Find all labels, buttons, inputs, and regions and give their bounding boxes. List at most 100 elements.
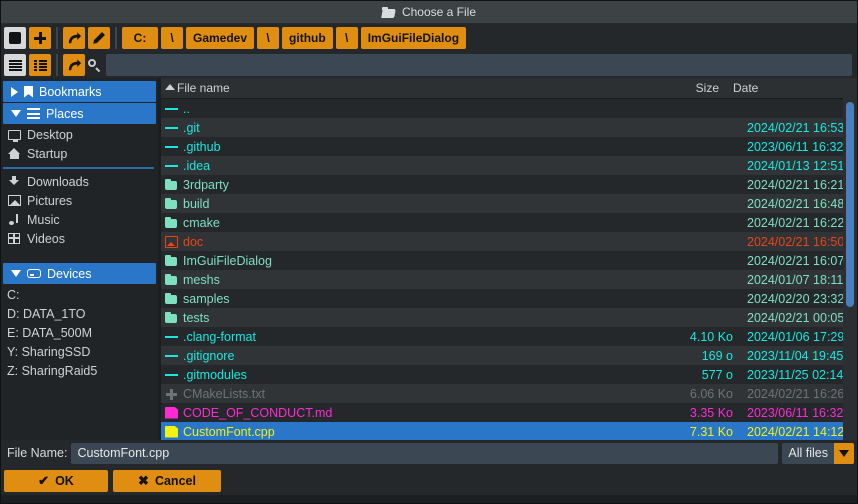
sidebar-section-devices[interactable]: Devices — [3, 263, 156, 284]
sidebar-section-places[interactable]: Places — [3, 103, 156, 124]
search-icon — [88, 58, 101, 72]
sidebar-device-y[interactable]: Y: SharingSSD — [1, 342, 158, 361]
sidebar-device-c[interactable]: C: — [1, 285, 158, 304]
file-row[interactable]: .github 2023/06/11 16:32 — [161, 137, 857, 156]
sidebar-item-videos[interactable]: Videos — [1, 229, 158, 248]
file-row[interactable]: .gitmodules 577 o 2023/11/25 02:14 — [161, 365, 857, 384]
scrollbar-thumb[interactable] — [846, 102, 854, 307]
file-date: 2024/01/06 17:29 — [747, 329, 845, 344]
file-row[interactable]: CMakeLists.txt 6.06 Ko 2024/02/21 16:26 — [161, 384, 857, 403]
filter-dropdown-arrow[interactable] — [834, 442, 854, 464]
sidebar-device-e[interactable]: E: DATA_500M — [1, 323, 158, 342]
reset-search-button[interactable] — [63, 54, 85, 76]
breadcrumb-separator-3[interactable]: \ — [257, 27, 280, 49]
file-row[interactable]: build 2024/02/21 16:48 — [161, 194, 857, 213]
folder-icon — [165, 178, 178, 191]
file-row[interactable]: .idea 2024/01/13 12:51 — [161, 156, 857, 175]
file-row[interactable]: 3rdparty 2024/02/21 16:21 — [161, 175, 857, 194]
file-name: .. — [183, 101, 190, 116]
file-list[interactable]: .. .git 2024/02/21 16:53 .github 2023/06/11 … — [161, 99, 857, 440]
create-directory-button[interactable] — [29, 27, 51, 49]
column-header-size[interactable]: Size — [647, 81, 727, 95]
breadcrumb-path-2[interactable]: Gamedev — [186, 27, 255, 49]
file-size: 169 o — [701, 348, 733, 363]
sidebar-item-label: Desktop — [27, 127, 73, 142]
sidebar-device-d[interactable]: D: DATA_1TO — [1, 304, 158, 323]
file-name: .github — [183, 139, 221, 154]
triangle-right-icon — [11, 86, 18, 97]
filter-dropdown[interactable]: All files — [782, 442, 854, 464]
reset-path-button[interactable] — [63, 27, 85, 49]
search-input[interactable] — [106, 54, 852, 76]
sidebar-item-startup[interactable]: Startup — [1, 144, 158, 163]
breadcrumb-path-4[interactable]: github — [282, 27, 333, 49]
file-row[interactable]: .clang-format 4.10 Ko 2024/01/06 17:29 — [161, 327, 857, 346]
file-row[interactable]: CODE_OF_CONDUCT.md 3.35 Ko 2023/06/11 16:3… — [161, 403, 857, 422]
file-size: 577 o — [701, 367, 733, 382]
sidebar-item-music[interactable]: Music — [1, 210, 158, 229]
file-date: 2024/01/07 18:11 — [747, 272, 844, 287]
file-row[interactable]: cmake 2024/02/21 16:22 — [161, 213, 857, 232]
file-name: .git — [183, 120, 200, 135]
file-name: cmake — [183, 215, 220, 230]
cancel-button[interactable]: ✖ Cancel — [113, 469, 221, 492]
breadcrumb-separator-1[interactable]: \ — [161, 27, 183, 49]
file-row[interactable]: .. — [161, 99, 857, 118]
table-view-button[interactable] — [29, 54, 51, 76]
file-row[interactable]: CustomFont.cpp 7.31 Ko 2024/02/21 14:12 — [161, 422, 857, 440]
edit-path-button[interactable] — [88, 27, 110, 49]
file-date: 2023/11/25 02:14 — [747, 367, 844, 382]
file-list-scrollbar[interactable] — [843, 98, 857, 440]
sidebar-section-bookmarks[interactable]: Bookmarks — [3, 81, 156, 102]
list-view-button[interactable] — [4, 54, 26, 76]
toolbar-separator — [56, 54, 58, 76]
filter-value: All files — [782, 442, 834, 464]
breadcrumb-path-0[interactable]: C: — [122, 27, 158, 49]
file-date: 2024/02/21 16:26 — [747, 386, 845, 401]
sidebar-device-z[interactable]: Z: SharingRaid5 — [1, 361, 158, 380]
file-row[interactable]: doc 2024/02/21 16:50 — [161, 232, 857, 251]
sidebar-item-label: Startup — [27, 146, 68, 161]
file-name: .gitmodules — [183, 367, 247, 382]
file-row[interactable]: samples 2024/02/20 23:32 — [161, 289, 857, 308]
breadcrumb-separator-5[interactable]: \ — [335, 27, 358, 49]
file-name-input[interactable] — [71, 442, 779, 464]
file-name: CODE_OF_CONDUCT.md — [183, 405, 333, 420]
file-row[interactable]: meshs 2024/01/07 18:11 — [161, 270, 857, 289]
dialog-body: Bookmarks Places Desktop Startup Downloa… — [1, 78, 857, 440]
ok-button[interactable]: ✔ OK — [4, 469, 108, 492]
file-date: 2023/11/04 19:45 — [747, 348, 844, 363]
sidebar-item-label: Music — [27, 212, 60, 227]
file-date: 2024/02/21 16:21 — [747, 177, 845, 192]
file-date: 2024/02/21 00:05 — [747, 310, 845, 325]
file-row[interactable]: .git 2024/02/21 16:53 — [161, 118, 857, 137]
file-name: ImGuiFileDialog — [183, 253, 272, 268]
folder-icon — [165, 311, 178, 324]
file-size: 4.10 Ko — [689, 329, 733, 344]
file-row[interactable]: .gitignore 169 o 2023/11/04 19:45 — [161, 346, 857, 365]
file-date: 2024/02/21 16:50 — [747, 234, 845, 249]
sidebar-item-downloads[interactable]: Downloads — [1, 172, 158, 191]
sidebar-item-desktop[interactable]: Desktop — [1, 125, 158, 144]
desktop-icon — [7, 129, 21, 142]
column-header-name[interactable]: File name — [161, 81, 647, 95]
chevron-down-icon — [839, 449, 849, 457]
sidebar-item-pictures[interactable]: Pictures — [1, 191, 158, 210]
plus-icon — [165, 388, 178, 400]
home-icon — [7, 148, 21, 159]
dash-icon — [165, 122, 178, 134]
breadcrumb-path-6[interactable]: ImGuiFileDialog — [360, 27, 467, 49]
file-date: 2024/02/21 14:12 — [747, 424, 845, 439]
ok-button-label: OK — [55, 473, 74, 488]
folder-icon — [165, 197, 178, 210]
file-row[interactable]: ImGuiFileDialog 2024/02/21 16:07 — [161, 251, 857, 270]
file-name: 3rdparty — [183, 177, 229, 192]
dialog-footer: File Name: All files ✔ OK ✖ Cancel — [1, 440, 857, 495]
toolbar-separator — [115, 27, 117, 49]
cross-icon: ✖ — [138, 473, 149, 488]
drives-button[interactable] — [4, 27, 26, 49]
search-toolbar — [1, 52, 857, 78]
file-row[interactable]: tests 2024/02/21 00:05 — [161, 308, 857, 327]
column-header-date[interactable]: Date — [727, 81, 843, 95]
triangle-down-icon — [11, 110, 21, 117]
